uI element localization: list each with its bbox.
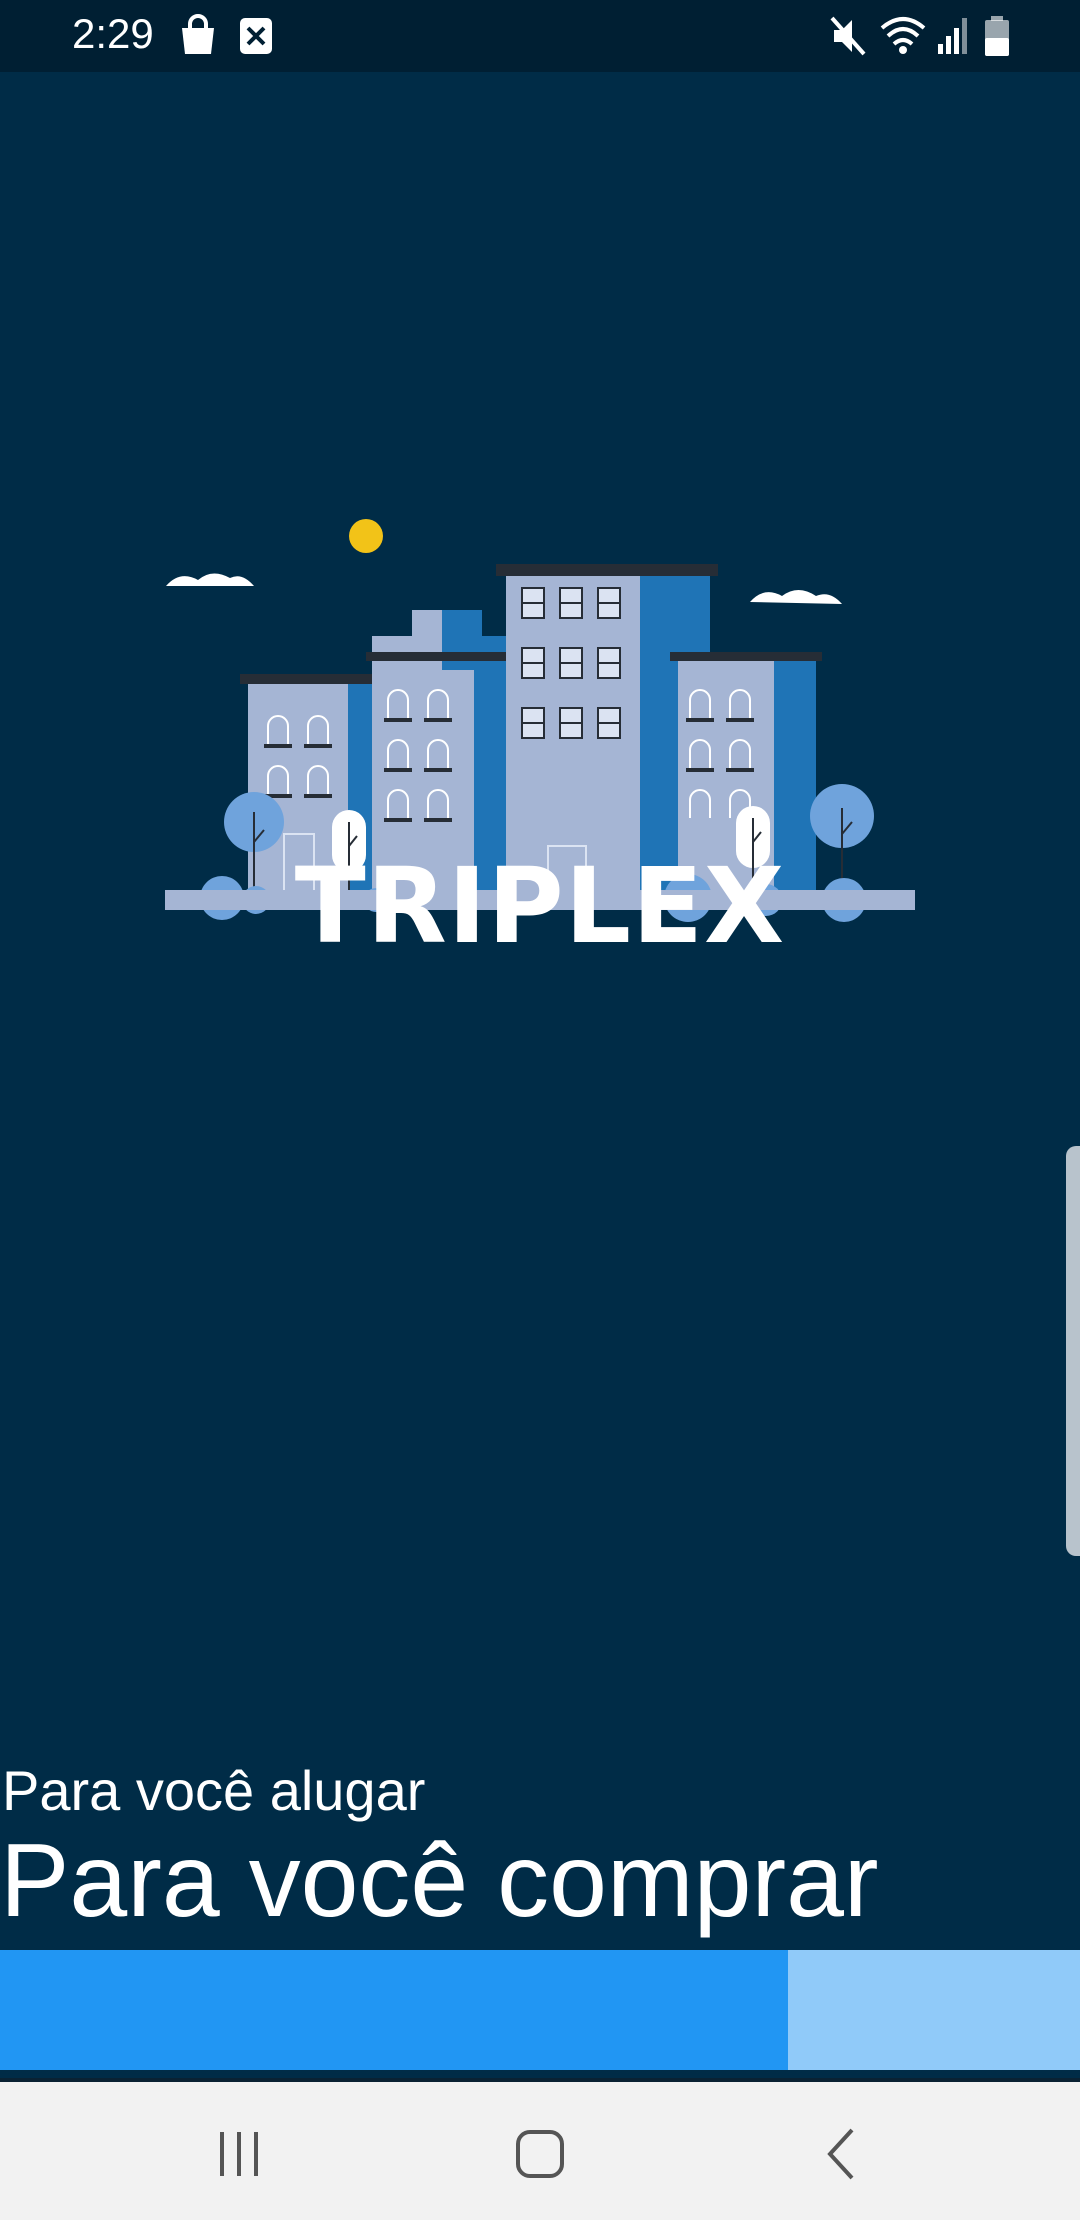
close-box-icon	[240, 18, 272, 54]
recent-apps-icon[interactable]	[210, 2124, 270, 2184]
progress-fill	[0, 1950, 789, 2070]
brand-title: TRIPLEX	[294, 845, 786, 967]
status-bar: 2:29	[0, 0, 1080, 72]
edge-panel-handle[interactable]	[1066, 1146, 1080, 1556]
cloud-icon	[166, 573, 254, 586]
shopping-bag-icon	[182, 14, 214, 54]
status-time: 2:29	[72, 10, 154, 57]
mute-icon	[830, 16, 866, 56]
tagline-buy: Para você comprar	[0, 1823, 879, 1939]
battery-icon	[985, 16, 1009, 56]
navigation-bar	[0, 2078, 1080, 2220]
sun-icon	[349, 519, 383, 553]
back-icon[interactable]	[812, 2124, 872, 2184]
splash-screen: TRIPLEX Para você alugar Para você compr…	[0, 72, 1080, 2078]
tagline-rent: Para você alugar	[2, 1759, 426, 1822]
home-icon[interactable]	[510, 2124, 570, 2184]
loading-progress-bar	[0, 1950, 1080, 2070]
signal-icon	[938, 18, 967, 54]
wifi-icon	[880, 17, 926, 54]
cloud-icon	[750, 590, 842, 604]
